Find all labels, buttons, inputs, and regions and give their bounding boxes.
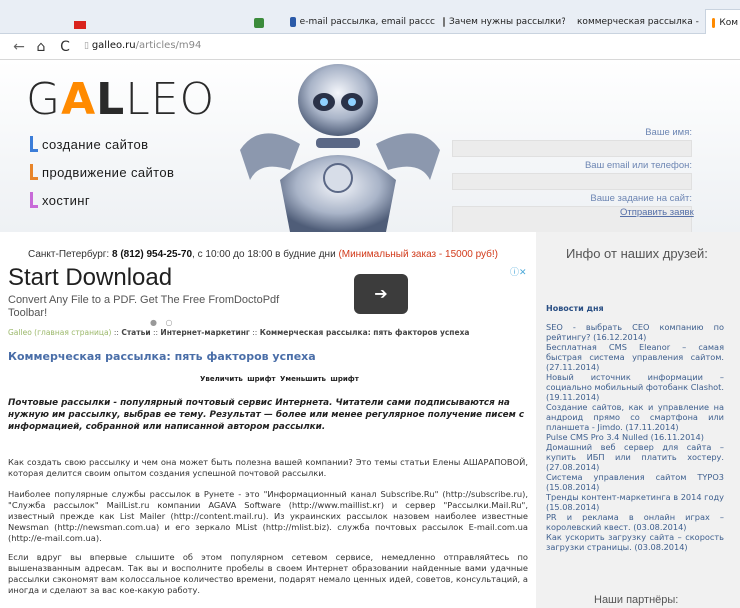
news-item[interactable]: Домашний веб сервер для сайта – купить И… bbox=[546, 442, 724, 472]
browser-tab-bar: e-mail рассылка, email рассс Зачем нужны… bbox=[0, 0, 740, 36]
l-mark-icon bbox=[30, 192, 38, 208]
home-icon[interactable]: ⌂ bbox=[32, 38, 50, 56]
breadcrumb-marketing[interactable]: Интернет-маркетинг bbox=[160, 328, 249, 337]
robot-illustration bbox=[240, 64, 440, 232]
font-controls: Увеличить шрифт Уменьшить шрифт bbox=[200, 375, 359, 383]
name-input[interactable] bbox=[452, 140, 692, 157]
news-item[interactable]: Система управления сайтом TYPO3 (15.08.2… bbox=[546, 472, 724, 492]
contact-input[interactable] bbox=[452, 173, 692, 190]
article-paragraph-2: Наиболее популярные службы рассылок в Ру… bbox=[8, 489, 528, 543]
breadcrumb: Galleo (главная страница) :: Статьи :: И… bbox=[8, 328, 470, 337]
ad-choices-icon[interactable]: ⓘ✕ bbox=[510, 265, 527, 278]
tab-email-rassylka[interactable]: e-mail рассылка, email рассс bbox=[290, 11, 435, 33]
tree-icon[interactable] bbox=[254, 12, 264, 34]
news-item[interactable]: Новый источник информации – социально мо… bbox=[546, 372, 724, 402]
font-increase-button[interactable]: Увеличить шрифт bbox=[200, 375, 276, 383]
ad-arrow-button[interactable]: ➔ bbox=[354, 274, 408, 314]
reload-icon[interactable]: C bbox=[56, 38, 74, 56]
breadcrumb-home[interactable]: Galleo (главная страница) bbox=[8, 328, 112, 337]
article-paragraph-1: Как создать свою рассылку и чем она може… bbox=[8, 457, 528, 478]
sidebar: Инфо от наших друзей: Новости дня SEO - … bbox=[536, 232, 740, 608]
main-content: Санкт-Петербург: 8 (812) 954-25-70, с 10… bbox=[0, 232, 536, 608]
submit-request-link[interactable]: Отправить заявк bbox=[620, 207, 694, 218]
news-item[interactable]: PR и реклама в онлайн играх – королевски… bbox=[546, 512, 724, 532]
name-label: Ваше имя: bbox=[645, 127, 692, 138]
site-logo[interactable]: GALLEO bbox=[26, 74, 215, 125]
contact-label: Ваш email или телефон: bbox=[584, 160, 692, 171]
l-mark-icon bbox=[30, 164, 38, 180]
service-links: создание сайтов продвижение сайтов хости… bbox=[30, 136, 174, 220]
news-item[interactable]: Pulse CMS Pro 3.4 Nulled (16.11.2014) bbox=[546, 432, 724, 442]
ad-pager-dots[interactable]: ● ○ bbox=[150, 318, 176, 327]
tab-active[interactable]: Ком bbox=[705, 9, 740, 35]
mail-icon bbox=[443, 17, 445, 27]
address-bar: ← ⌂ C ▯ galleo.ru/articles/m94 bbox=[0, 34, 740, 60]
breadcrumb-articles[interactable]: Статьи bbox=[121, 328, 150, 337]
news-item[interactable]: Тренды контент-маркетинга в 2014 году (1… bbox=[546, 492, 724, 512]
flag-icon[interactable] bbox=[74, 14, 86, 36]
contact-line: Санкт-Петербург: 8 (812) 954-25-70, с 10… bbox=[28, 249, 498, 260]
tab-kommercheskaya[interactable]: коммерческая рассылка - 7 bbox=[573, 11, 701, 33]
wb-icon bbox=[290, 17, 296, 27]
page-icon: ▯ bbox=[84, 41, 92, 51]
phone-number: 8 (812) 954-25-70 bbox=[111, 249, 193, 260]
breadcrumb-current: Коммерческая рассылка: пять факторов усп… bbox=[259, 328, 470, 337]
sidebar-title: Инфо от наших друзей: bbox=[566, 246, 708, 261]
tab-zachem[interactable]: Зачем нужны рассылки? Ca bbox=[443, 11, 565, 33]
article-paragraph-3: Если вдруг вы впервые слышите об этом по… bbox=[8, 552, 528, 595]
task-label: Ваше задание на сайт: bbox=[590, 193, 692, 204]
article-title: Коммерческая рассылка: пять факторов усп… bbox=[8, 350, 316, 363]
back-icon[interactable]: ← bbox=[10, 38, 28, 56]
article-lead: Почтовые рассылки - популярный почтовый … bbox=[8, 398, 525, 432]
arrow-right-icon: ➔ bbox=[374, 284, 388, 303]
partners-heading: Наши партнёры: bbox=[594, 594, 679, 606]
news-item[interactable]: Создание сайтов, как и управление на анд… bbox=[546, 402, 724, 432]
galleo-icon bbox=[712, 17, 716, 28]
ad-title[interactable]: Start Download bbox=[8, 264, 172, 292]
font-decrease-button[interactable]: Уменьшить шрифт bbox=[280, 375, 359, 383]
link-hosting[interactable]: хостинг bbox=[30, 192, 174, 208]
news-item[interactable]: SEO - выбрать CEO компанию по рейтингу? … bbox=[546, 322, 724, 342]
link-sozdanie[interactable]: создание сайтов bbox=[30, 136, 174, 152]
ad-subtitle[interactable]: Convert Any File to a PDF. Get The Free … bbox=[8, 294, 318, 320]
news-heading: Новости дня bbox=[546, 304, 604, 313]
min-order: (Минимальный заказ - 15000 руб!) bbox=[338, 249, 498, 260]
url-field[interactable]: ▯ galleo.ru/articles/m94 bbox=[84, 40, 201, 51]
news-item[interactable]: Как ускорить загрузку сайта – скорость з… bbox=[546, 532, 724, 552]
news-item[interactable]: Бесплатная CMS Eleanor – самая быстрая с… bbox=[546, 342, 724, 372]
l-mark-icon bbox=[30, 136, 38, 152]
link-prodvizhenie[interactable]: продвижение сайтов bbox=[30, 164, 174, 180]
news-list: SEO - выбрать CEO компанию по рейтингу? … bbox=[546, 322, 724, 552]
